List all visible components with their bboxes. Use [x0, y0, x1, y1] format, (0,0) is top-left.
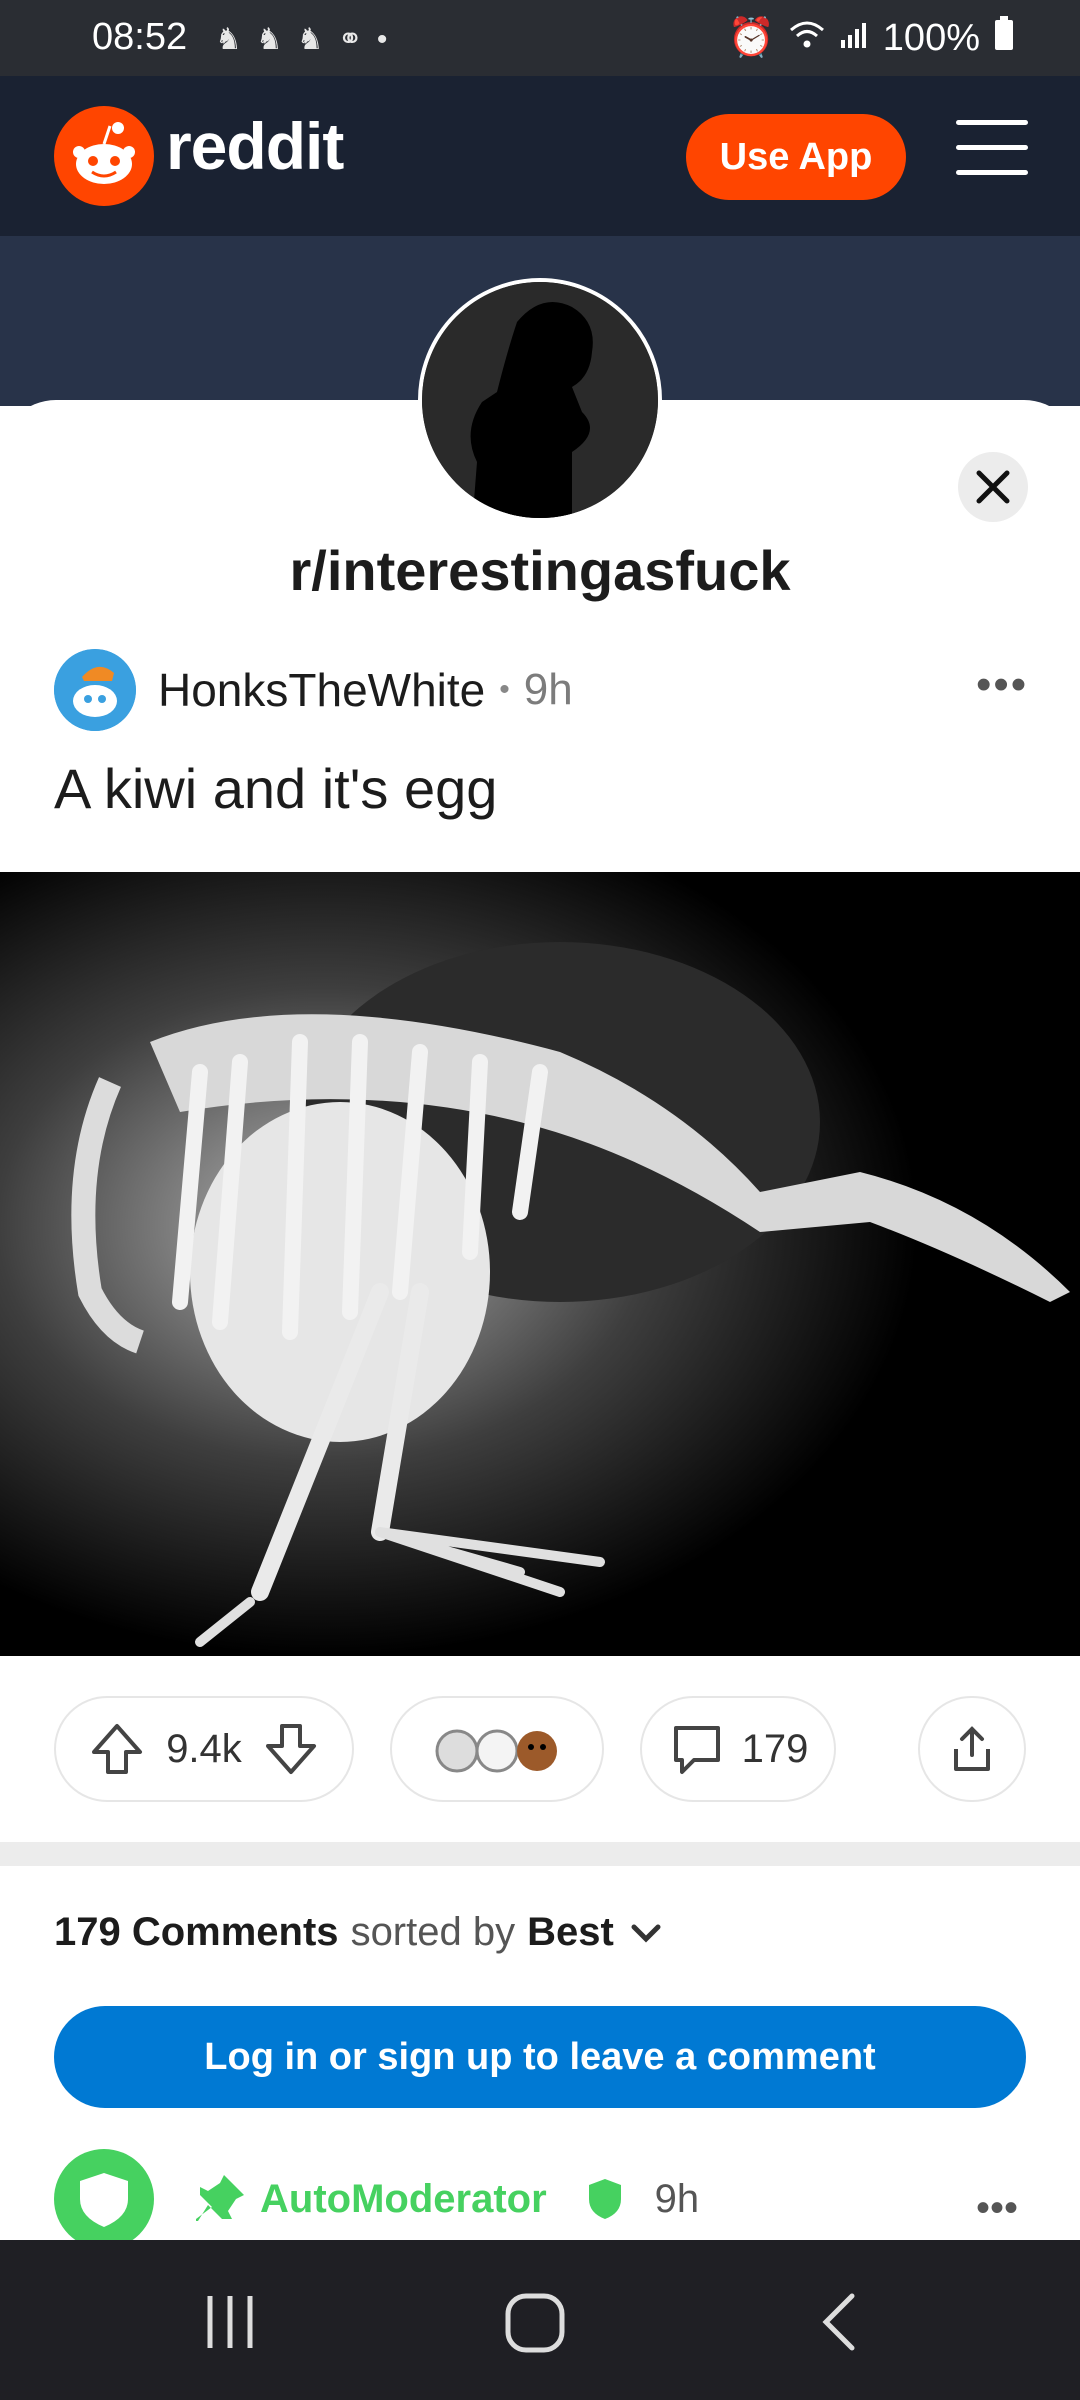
awards-icon [435, 1729, 557, 1773]
post-image[interactable] [0, 872, 1080, 1656]
post-meta: HonksTheWhite • 9h [54, 648, 573, 732]
recent-apps-icon[interactable] [200, 2292, 260, 2352]
subreddit-name[interactable]: r/interestingasfuck [0, 538, 1080, 603]
system-nav-bar [0, 2240, 1080, 2400]
comment-more-icon[interactable]: ••• [976, 2186, 1018, 2231]
vote-count: 9.4k [166, 1726, 242, 1771]
alarm-icon: ⏰ [727, 17, 775, 59]
comment-icon [673, 1726, 720, 1774]
battery-icon [994, 16, 1014, 60]
sorted-by-label: sorted by [350, 1910, 516, 1954]
sort-value[interactable]: Best [527, 1910, 614, 1955]
share-button[interactable] [918, 1696, 1026, 1802]
shield-icon [80, 2173, 128, 2227]
battery-percent: 100% [882, 16, 980, 59]
wifi-icon [789, 17, 825, 60]
share-icon [954, 1726, 990, 1771]
mod-shield-icon [588, 2179, 621, 2219]
separator-dot: • [499, 673, 510, 706]
upvote-icon[interactable] [88, 1720, 146, 1778]
comments-button[interactable]: 179 [640, 1696, 836, 1802]
awards-button[interactable] [390, 1696, 604, 1802]
status-bar: 08:52 ♞♞♞⚭• ⏰ 100% [0, 0, 1080, 76]
status-right: ⏰ 100% [727, 16, 1014, 60]
comment-count: 179 [741, 1726, 809, 1771]
brand-wordmark: reddit [166, 109, 344, 183]
comment-age: 9h [654, 2176, 700, 2221]
close-button[interactable] [958, 452, 1028, 522]
close-icon [976, 470, 1010, 504]
post-more-icon[interactable]: ••• [976, 660, 1028, 710]
subreddit-avatar[interactable] [418, 278, 662, 522]
status-time: 08:52 [92, 16, 188, 58]
chevron-down-icon[interactable] [626, 1913, 666, 1953]
section-divider [0, 1842, 1080, 1866]
downvote-icon[interactable] [262, 1720, 320, 1778]
post-author[interactable]: HonksTheWhite [158, 663, 485, 717]
login-signup-button[interactable]: Log in or sign up to leave a comment [54, 2006, 1026, 2108]
post-age: 9h [523, 665, 573, 714]
vote-control: 9.4k [54, 1696, 354, 1802]
moderator-avatar[interactable] [54, 2149, 154, 2249]
reddit-logo-icon[interactable] [54, 106, 154, 206]
app-header: reddit Use App [0, 76, 1080, 236]
post-actions: 9.4k 179 [0, 1696, 1080, 1804]
user-avatar[interactable] [54, 649, 136, 731]
post-title[interactable]: A kiwi and it's egg [54, 756, 497, 821]
pin-icon [196, 2175, 244, 2221]
hamburger-menu-icon[interactable] [956, 120, 1028, 192]
comments-count-label: 179 Comments [54, 1910, 339, 1954]
back-icon[interactable] [814, 2292, 864, 2352]
comment-header: AutoModerator 9h [54, 2149, 1054, 2249]
comment-sort[interactable]: 179 Comments sorted by Best [54, 1910, 666, 1955]
notification-icons: ♞♞♞⚭• [215, 23, 402, 56]
comment-author[interactable]: AutoModerator [260, 2177, 547, 2222]
home-icon[interactable] [504, 2292, 566, 2354]
use-app-button[interactable]: Use App [686, 114, 906, 200]
signal-icon [839, 17, 869, 60]
